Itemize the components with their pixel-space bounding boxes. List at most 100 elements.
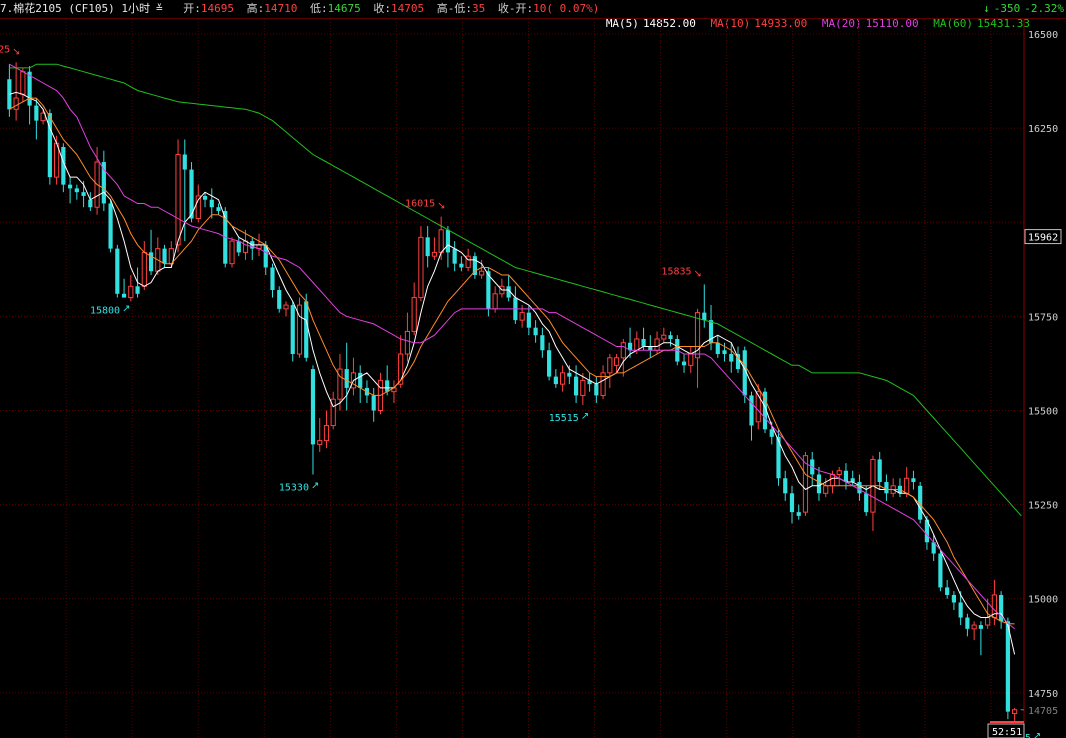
ma10-line [9, 97, 1015, 625]
axis-tick-label: 15000 [1028, 595, 1058, 606]
candle-body-down [216, 207, 221, 211]
candle-body-up [141, 251, 147, 287]
candle-body-down [567, 372, 572, 377]
candle-body-down [702, 312, 707, 321]
axis-tick-label: 15500 [1028, 406, 1058, 417]
candle-body-up [1012, 709, 1018, 715]
candle-body-up [283, 304, 289, 310]
candle-body-down [34, 105, 39, 121]
candle-body-down [277, 290, 282, 309]
candle-body-down [452, 248, 457, 264]
candle-body-down [209, 199, 214, 208]
ma-lines [9, 63, 1022, 655]
candle-body-down [681, 361, 687, 366]
candles [7, 62, 1018, 722]
axis-tick-label: 16500 [1028, 30, 1058, 41]
timer-label: 52:51 [992, 727, 1022, 738]
axis-tick-label: 15250 [1028, 501, 1058, 512]
candle-body-down [162, 248, 167, 264]
candle-body-up [971, 624, 977, 630]
candlestick-chart[interactable]: 16425↘15800↗15330↗16015↘15515↗15835↘1466… [0, 0, 1066, 738]
candle-body-up [20, 71, 26, 95]
candle-body-down [951, 594, 956, 603]
candle-body-down [641, 338, 646, 347]
axis-tick-label: 16250 [1028, 124, 1058, 135]
price-annotation: 16015 [405, 199, 435, 210]
candle-body-down [236, 241, 241, 253]
candle-body-down [540, 335, 545, 351]
candle-body-up [411, 297, 417, 332]
candle-body-down [958, 602, 963, 618]
candle-body-down [81, 192, 86, 196]
candle-body-down [344, 369, 349, 388]
candle-body-down [304, 301, 309, 358]
arrow-down-right-icon: ↘ [12, 46, 20, 57]
candle-body-down [789, 493, 795, 513]
candle-body-up [836, 470, 842, 475]
candle-body-down [74, 188, 79, 193]
ma5-line [9, 91, 1016, 655]
candle-body-down [445, 229, 450, 253]
candle-body-down [358, 372, 363, 388]
candle-body-down [270, 267, 275, 291]
candle-body-down [290, 305, 295, 355]
candle-body-up [829, 473, 836, 487]
candle-body-up [620, 342, 626, 359]
candle-body-down [783, 478, 788, 494]
candle-body-down [938, 553, 943, 588]
candle-body-down [115, 248, 120, 294]
candle-body-down [850, 478, 855, 483]
arrow-up-right-icon: ↗ [1033, 731, 1041, 738]
candle-body-up [242, 240, 249, 253]
candle-body-up [654, 338, 660, 351]
candle-body-down [945, 587, 950, 595]
candle-body-down [533, 327, 538, 336]
price-annotation: 16425 [0, 44, 10, 55]
candle-body-down [722, 350, 727, 355]
candle-body-up [560, 372, 566, 385]
candle-body-down [101, 162, 106, 204]
annotations: 16425↘15800↗15330↗16015↘15515↗15835↘1466… [0, 44, 1041, 738]
candle-body-up [229, 240, 235, 265]
candle-body-down [978, 625, 983, 629]
candle-body-up [175, 154, 181, 246]
candle-body-down [574, 376, 579, 396]
candle-body-down [648, 346, 653, 351]
candle-body-up [634, 338, 640, 351]
candle-body-up [492, 293, 498, 310]
candle-body-down [843, 470, 849, 483]
candle-body-up [580, 379, 586, 396]
ma20-line [9, 63, 1015, 630]
candle-body-up [519, 312, 525, 321]
grid [0, 19, 1025, 738]
candle-body-down [816, 474, 822, 494]
candle-body-down [857, 482, 862, 494]
candle-body-up [479, 270, 485, 276]
candle-body-up [688, 353, 694, 366]
candle-body-down [88, 199, 93, 208]
candle-body-down [668, 335, 673, 339]
candle-body-down [108, 203, 113, 249]
candle-body-up [323, 425, 330, 442]
candle-body-down [547, 350, 552, 377]
arrow-down-right-icon: ↘ [694, 268, 702, 279]
candle-body-up [317, 440, 323, 445]
candle-body-down [769, 429, 774, 437]
candle-body-up [904, 477, 910, 494]
candle-body-up [985, 617, 991, 626]
arrow-down-right-icon: ↘ [437, 201, 445, 212]
candle-body-down [877, 459, 882, 483]
candle-body-up [128, 285, 134, 299]
candle-body-down [1005, 621, 1010, 712]
axis-tick-label: 15750 [1028, 312, 1058, 323]
price-annotation: 15800 [90, 306, 120, 317]
candle-body-down [594, 384, 599, 396]
candle-body-down [135, 286, 140, 294]
candle-body-down [425, 237, 430, 257]
candle-body-up [13, 97, 19, 110]
current-price-label: 15962 [1028, 233, 1058, 244]
candle-body-down [202, 195, 208, 200]
candle-body-up [613, 357, 620, 366]
candle-body-down [68, 184, 73, 189]
candle-body-up [431, 251, 438, 257]
